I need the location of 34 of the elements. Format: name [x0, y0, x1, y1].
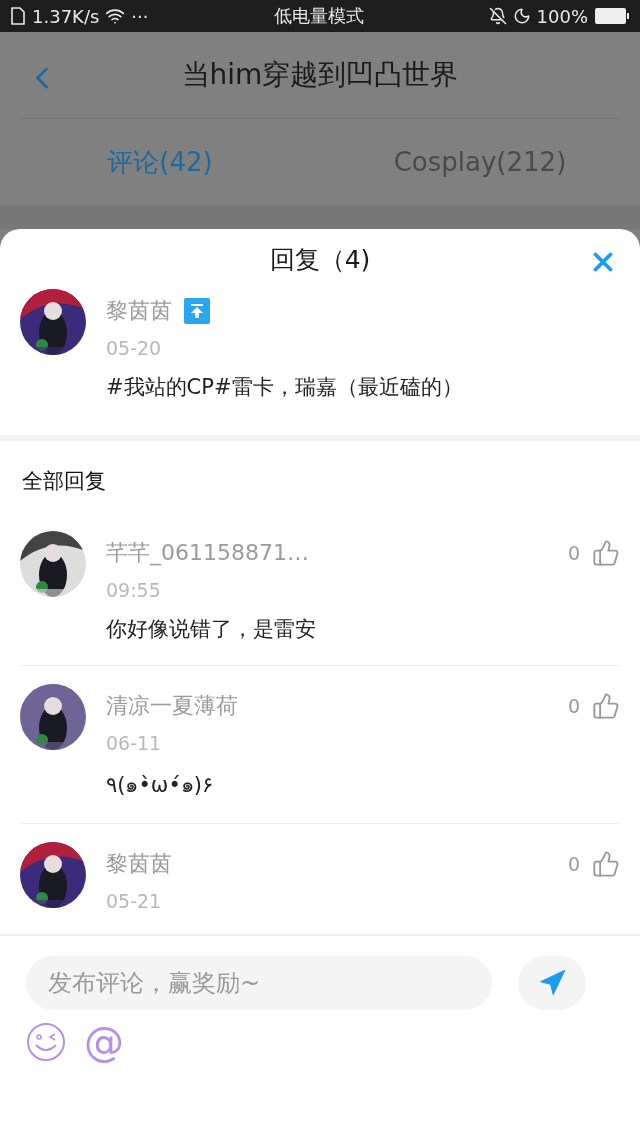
sheet-title: 回复（4) — [269, 243, 371, 276]
section-title: 全部回复 — [21, 468, 107, 495]
network-speed: 1.37K/s — [32, 5, 100, 27]
tab[interactable]: 评论(42) — [0, 119, 320, 205]
mention-button[interactable]: @ — [84, 1022, 124, 1062]
like-count: 0 — [567, 853, 580, 875]
comment-text: #我站的CP#雷卡，瑞嘉（最近磕的） — [106, 374, 464, 402]
comment-date: 05-21 — [106, 890, 163, 912]
like-count: 0 — [567, 695, 580, 717]
user-name: 清凉一夏薄荷 — [106, 692, 238, 720]
battery-percent: 100% — [536, 5, 588, 27]
bell-off-icon — [488, 7, 507, 25]
comment-input[interactable]: 发布评论，赢奖励~ — [26, 956, 492, 1010]
battery-icon — [594, 7, 630, 25]
comment-date: 06-11 — [106, 732, 163, 754]
moon-icon — [512, 7, 531, 25]
wifi-icon — [105, 6, 126, 26]
comment-text: ٩(๑•̀ω•́๑)۶ — [106, 772, 215, 799]
send-arrow-icon — [537, 968, 567, 998]
sim-icon — [10, 7, 26, 25]
comment-text: 你好像说错了，是雷安 — [106, 616, 317, 643]
user-name: 芊芊_061158871… — [106, 539, 309, 568]
comment-date: 05-20 — [106, 337, 163, 360]
comment-date: 09:55 — [106, 579, 162, 601]
thumbs-up-icon[interactable] — [592, 692, 620, 720]
page-title: 当him穿越到凹凸世界 — [181, 57, 459, 93]
like-count: 0 — [567, 542, 580, 564]
user-name: 黎茵茵 — [106, 850, 172, 878]
thumbs-up-icon[interactable] — [592, 850, 620, 878]
status-mode: 低电量模式 — [272, 4, 365, 28]
thumbs-up-icon[interactable] — [592, 539, 620, 567]
more-indicator: ··· — [131, 5, 149, 27]
wink-emoji-icon[interactable] — [26, 1022, 66, 1062]
user-name: 黎茵茵 — [106, 297, 172, 326]
